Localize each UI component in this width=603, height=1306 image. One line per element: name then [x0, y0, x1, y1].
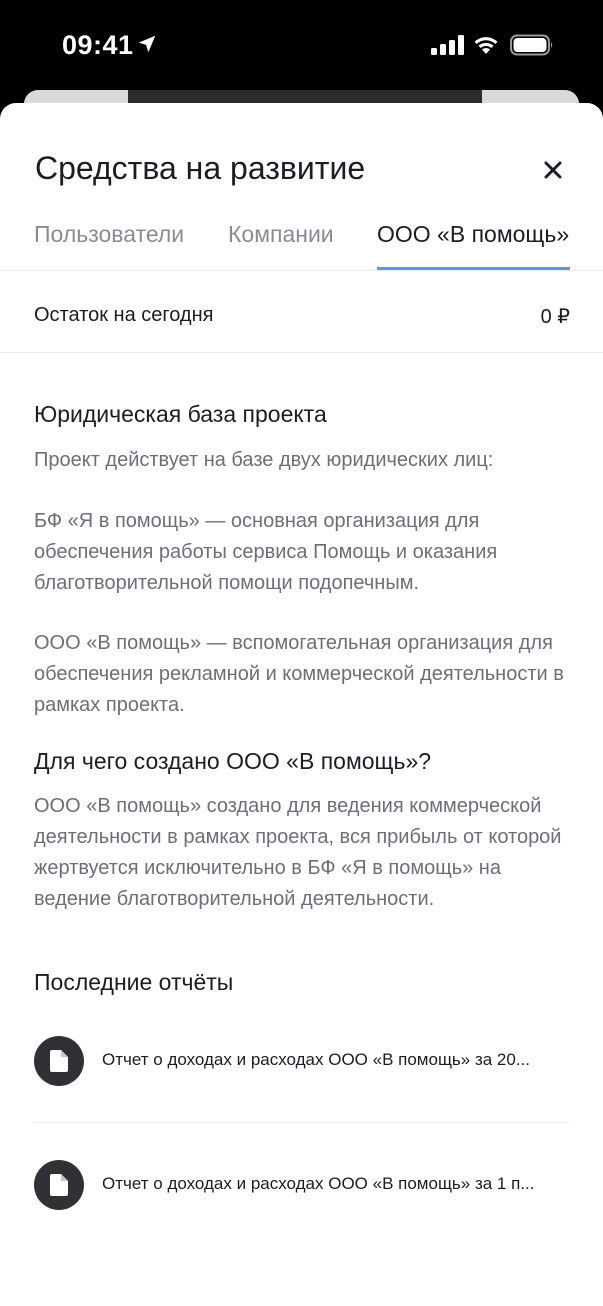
document-icon-badge: [34, 1036, 84, 1086]
wifi-icon: [474, 37, 498, 54]
document-icon: [50, 1174, 68, 1196]
location-arrow-icon: [138, 35, 156, 53]
report-item[interactable]: Отчет о доходах и расходах ООО «В помощь…: [0, 1134, 603, 1238]
status-time: 09:41: [62, 30, 134, 60]
tab-ooo-v-pomosh[interactable]: ООО «В помощь»: [377, 221, 569, 248]
balance-value: 0 ₽: [540, 306, 570, 328]
document-icon-badge: [34, 1160, 84, 1210]
legal-heading: Юридическая база проекта: [34, 401, 327, 427]
tab-companies[interactable]: Компании: [228, 221, 334, 248]
document-icon: [50, 1050, 68, 1072]
sheet-title: Средства на развитие: [35, 150, 366, 186]
report-item[interactable]: Отчет о доходах и расходах ООО «В помощь…: [0, 1010, 603, 1114]
legal-paragraph-2: БФ «Я в помощь» — основная организация д…: [34, 510, 498, 594]
active-tab-indicator: [377, 267, 570, 270]
tab-users[interactable]: Пользователи: [34, 221, 184, 248]
signal-icon: [431, 35, 464, 55]
legal-paragraph-3: ООО «В помощь» — вспомогательная организ…: [34, 632, 564, 716]
bottom-sheet: Средства на развитие Пользователи Компан…: [0, 103, 603, 1306]
purpose-text: ООО «В помощь» создано для ведения комме…: [34, 795, 562, 910]
report-divider: [34, 1122, 570, 1123]
reports-heading: Последние отчёты: [34, 969, 234, 995]
status-bar: 09:41: [0, 0, 603, 90]
report-label: Отчет о доходах и расходах ООО «В помощь…: [102, 1050, 531, 1069]
battery-icon: [510, 34, 553, 56]
close-icon: [544, 161, 562, 179]
purpose-heading: Для чего создано ООО «В помощь»?: [34, 748, 432, 774]
balance-row: Остаток на сегодня 0 ₽: [0, 272, 603, 353]
balance-label: Остаток на сегодня: [34, 304, 214, 326]
close-button[interactable]: [536, 153, 570, 187]
report-label: Отчет о доходах и расходах ООО «В помощь…: [102, 1174, 535, 1193]
tab-bar: Пользователи Компании ООО «В помощь»: [0, 211, 603, 271]
legal-paragraph-1: Проект действует на базе двух юридически…: [34, 449, 494, 471]
